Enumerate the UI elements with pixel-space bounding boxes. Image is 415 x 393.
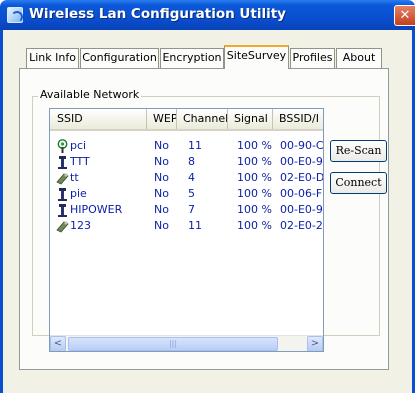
- wired-link-icon: [56, 173, 69, 185]
- signal-cell: 100 %: [237, 155, 272, 168]
- channel-cell: 8: [188, 155, 195, 168]
- tab-encryption[interactable]: Encryption: [160, 48, 224, 68]
- column-header-ssid[interactable]: SSID: [50, 109, 147, 129]
- signal-cell: 100 %: [237, 187, 272, 200]
- bssid-cell: 00-06-F: [280, 187, 323, 200]
- channel-cell: 5: [188, 187, 195, 200]
- wep-cell: No: [154, 187, 169, 200]
- scroll-thumb[interactable]: |||: [68, 337, 278, 351]
- tab-configuration[interactable]: Configuration: [80, 48, 159, 68]
- table-row[interactable]: 123 No 11 100 % 02-E0-2: [50, 218, 323, 234]
- wep-cell: No: [154, 219, 169, 232]
- table-row[interactable]: TTT No 8 100 % 00-E0-9: [50, 154, 323, 170]
- ssid-cell: TTT: [70, 155, 90, 168]
- list-header: SSID WEP Channel Signal BSSID/I: [50, 109, 323, 131]
- signal-cell: 100 %: [237, 203, 272, 216]
- ssid-cell: 123: [70, 219, 91, 232]
- wired-link-icon: [56, 221, 69, 233]
- tab-sitesurvey[interactable]: SiteSurvey: [224, 45, 289, 69]
- wep-cell: No: [154, 139, 169, 152]
- bssid-cell: 02-E0-2: [280, 219, 323, 232]
- signal-cell: 100 %: [237, 219, 272, 232]
- table-row[interactable]: tt No 4 100 % 02-E0-D: [50, 170, 324, 186]
- channel-cell: 7: [188, 203, 195, 216]
- channel-cell: 11: [188, 139, 202, 152]
- column-header-bssid[interactable]: BSSID/I: [273, 109, 323, 129]
- rescan-button[interactable]: Re-Scan: [330, 140, 387, 162]
- tab-profiles[interactable]: Profiles: [290, 48, 335, 68]
- ssid-cell: pci: [70, 139, 87, 152]
- adhoc-station-icon: [58, 156, 67, 169]
- close-button[interactable]: ✕: [394, 5, 415, 26]
- connect-button[interactable]: Connect: [330, 172, 387, 194]
- scroll-right-button[interactable]: >: [307, 336, 323, 351]
- signal-cell: 100 %: [237, 171, 272, 184]
- wep-cell: No: [154, 203, 169, 216]
- column-header-wep[interactable]: WEP: [147, 109, 177, 129]
- scroll-left-button[interactable]: <: [50, 336, 66, 351]
- access-point-icon: [57, 139, 68, 153]
- wep-cell: No: [154, 155, 169, 168]
- channel-cell: 4: [188, 171, 195, 184]
- ssid-cell: HIPOWER: [70, 203, 123, 216]
- bssid-cell: 00-E0-9: [280, 155, 323, 168]
- wep-cell: No: [154, 171, 169, 184]
- app-icon: [7, 7, 23, 23]
- network-list[interactable]: SSID WEP Channel Signal BSSID/I pci No 1…: [49, 108, 324, 352]
- table-row[interactable]: HIPOWER No 7 100 % 00-E0-9: [50, 202, 323, 218]
- bssid-cell: 02-E0-D: [280, 171, 324, 184]
- ssid-cell: pie: [70, 187, 87, 200]
- table-row[interactable]: pie No 5 100 % 00-06-F: [50, 186, 323, 202]
- bssid-cell: 00-90-C: [280, 139, 324, 152]
- window-title: Wireless Lan Configuration Utility: [29, 6, 286, 22]
- ssid-cell: tt: [70, 171, 79, 184]
- signal-cell: 100 %: [237, 139, 272, 152]
- adhoc-station-icon: [58, 188, 67, 201]
- group-label: Available Network: [38, 88, 142, 101]
- tab-about[interactable]: About: [336, 48, 382, 68]
- table-row[interactable]: pci No 11 100 % 00-90-C: [50, 138, 324, 154]
- column-header-signal[interactable]: Signal: [228, 109, 273, 129]
- tab-link-info[interactable]: Link Info: [26, 48, 79, 68]
- bssid-cell: 00-E0-9: [280, 203, 323, 216]
- channel-cell: 11: [188, 219, 202, 232]
- title-bar[interactable]: Wireless Lan Configuration Utility ✕: [0, 0, 415, 30]
- horizontal-scrollbar[interactable]: < ||| >: [50, 335, 323, 351]
- adhoc-station-icon: [58, 204, 67, 217]
- column-header-channel[interactable]: Channel: [177, 109, 228, 129]
